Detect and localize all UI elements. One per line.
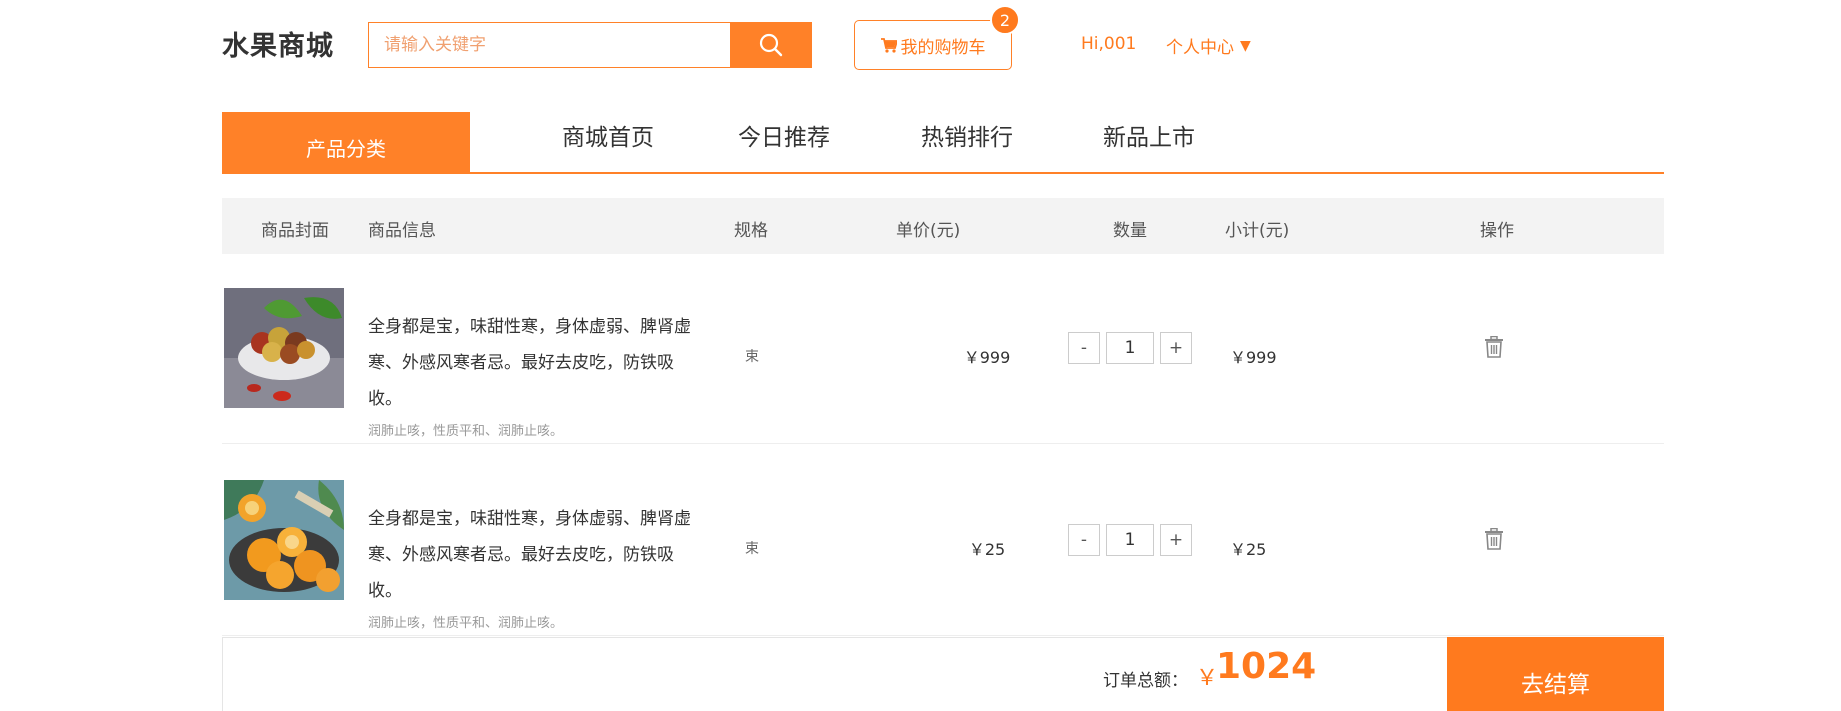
unit-price: ￥25 <box>968 540 1006 559</box>
order-summary-bar: 订单总额： ￥ 1024 去结算 <box>222 637 1664 711</box>
unit-price: ￥999 <box>963 348 1011 367</box>
search-input[interactable] <box>369 23 730 67</box>
product-cover-image[interactable] <box>224 480 344 600</box>
product-description[interactable]: 全身都是宝，味甜性寒，身体虚弱、脾肾虚寒、外感风寒者忌。最好去皮吃，防铁吸收。 <box>368 501 698 609</box>
product-subtitle: 润肺止咳，性质平和、润肺止咳。 <box>368 616 564 631</box>
increase-qty-button[interactable]: + <box>1160 524 1192 556</box>
order-total-value: 1024 <box>1216 646 1317 687</box>
header-price: 单价(元) <box>896 221 961 241</box>
quantity-stepper: - + <box>1068 332 1192 364</box>
increase-qty-button[interactable]: + <box>1160 332 1192 364</box>
product-subtitle: 润肺止咳，性质平和、润肺止咳。 <box>368 424 564 439</box>
header-cover: 商品封面 <box>261 221 329 241</box>
user-center-label: 个人中心 <box>1166 38 1234 58</box>
row-subtotal: ￥999 <box>1230 348 1277 367</box>
search-button[interactable] <box>730 22 812 68</box>
user-greeting: Hi,001 <box>1081 34 1137 54</box>
trash-icon <box>1485 335 1503 358</box>
cart-label: 我的购物车 <box>900 37 986 58</box>
header-info: 商品信息 <box>368 221 436 241</box>
cart-row: 全身都是宝，味甜性寒，身体虚弱、脾肾虚寒、外感风寒者忌。最好去皮吃，防铁吸收。 … <box>222 254 1664 444</box>
quantity-input[interactable] <box>1106 332 1154 364</box>
main-nav: 产品分类 商城首页 今日推荐 热销排行 新品上市 <box>222 112 1664 174</box>
header-spec: 规格 <box>734 221 768 241</box>
delete-button[interactable] <box>1484 527 1504 554</box>
caret-down-icon: ▼ <box>1240 37 1251 54</box>
header-action: 操作 <box>1480 221 1514 241</box>
header-qty: 数量 <box>1113 221 1147 241</box>
product-description[interactable]: 全身都是宝，味甜性寒，身体虚弱、脾肾虚寒、外感风寒者忌。最好去皮吃，防铁吸收。 <box>368 309 698 417</box>
quantity-input[interactable] <box>1106 524 1154 556</box>
product-cover-image[interactable] <box>224 288 344 408</box>
user-center-menu[interactable]: 个人中心 ▼ <box>1166 33 1251 59</box>
order-total-label: 订单总额： <box>1103 671 1188 691</box>
shopping-cart-icon <box>880 37 897 53</box>
nav-product-category[interactable]: 产品分类 <box>222 112 470 173</box>
search-bar <box>368 22 812 68</box>
product-spec: 束 <box>745 541 759 557</box>
checkout-button[interactable]: 去结算 <box>1447 637 1664 711</box>
nav-link-new-arrivals[interactable]: 新品上市 <box>1103 118 1195 152</box>
header-subtotal: 小计(元) <box>1225 221 1290 241</box>
nav-link-bestsellers[interactable]: 热销排行 <box>921 118 1013 152</box>
delete-button[interactable] <box>1484 335 1504 362</box>
cart-button[interactable]: 我的购物车 <box>854 20 1012 70</box>
quantity-stepper: - + <box>1068 524 1192 556</box>
order-total-currency: ￥ <box>1196 666 1219 691</box>
decrease-qty-button[interactable]: - <box>1068 332 1100 364</box>
decrease-qty-button[interactable]: - <box>1068 524 1100 556</box>
product-spec: 束 <box>745 349 759 365</box>
nav-link-home[interactable]: 商城首页 <box>562 118 654 152</box>
cart-count-badge: 2 <box>990 5 1020 35</box>
row-subtotal: ￥25 <box>1230 540 1267 559</box>
nav-link-recommend[interactable]: 今日推荐 <box>738 118 830 152</box>
cart-row: 全身都是宝，味甜性寒，身体虚弱、脾肾虚寒、外感风寒者忌。最好去皮吃，防铁吸收。 … <box>222 446 1664 636</box>
trash-icon <box>1485 527 1503 550</box>
cart-table-header: 商品封面 商品信息 规格 单价(元) 数量 小计(元) 操作 <box>222 198 1664 254</box>
site-logo[interactable]: 水果商城 <box>222 24 334 63</box>
search-icon <box>759 33 783 57</box>
